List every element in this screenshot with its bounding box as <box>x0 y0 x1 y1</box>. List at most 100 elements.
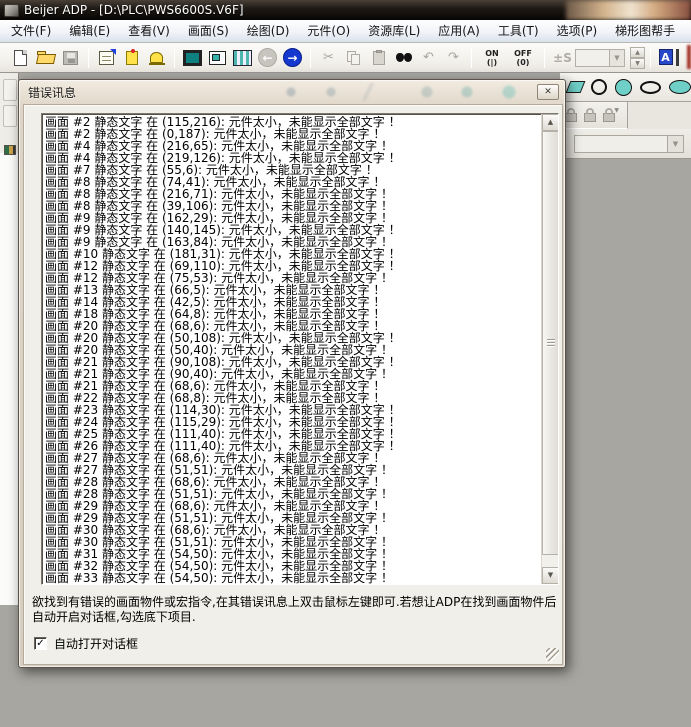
menu-item[interactable]: 编辑(E) <box>60 20 119 42</box>
main-toolbar: ← → ✂ ↶ ↷ ON(|) OFF(0) ±S ▼ ▲ ▼ A <box>0 43 691 73</box>
back-arrow-icon: ← <box>258 48 277 67</box>
menu-item[interactable]: 文件(F) <box>2 20 60 42</box>
combo-dropdown-icon: ▼ <box>609 50 624 66</box>
vertical-scrollbar[interactable]: ▲ ▼ <box>541 114 558 584</box>
error-listbox[interactable]: 画面 #2 静态文字 在 (115,216): 元件太小，未能显示全部文字 ！画… <box>41 113 559 585</box>
off-button-label: OFF(0) <box>514 49 532 67</box>
background-window-blur <box>566 0 691 20</box>
toolbar-combobox[interactable]: ▼ <box>575 49 625 67</box>
dialog-title: 错误讯息 <box>19 84 76 101</box>
dialog-titlebar[interactable]: 错误讯息 <box>19 80 565 104</box>
lock-icon[interactable] <box>565 113 577 122</box>
unlock-icon[interactable] <box>584 113 596 122</box>
dialog-client-area: 画面 #2 静态文字 在 (115,216): 元件太小，未能显示全部文字 ！画… <box>23 104 563 665</box>
new-file-button[interactable] <box>8 45 33 70</box>
thumb-grip <box>547 339 555 347</box>
toolbar-separator <box>174 47 175 68</box>
open-folder-icon <box>37 51 55 64</box>
auto-open-checkbox-row: ✓ 自动打开对话框 <box>34 635 138 652</box>
dialog-resize-grip[interactable] <box>546 648 559 661</box>
prev-screen-button[interactable]: ← <box>255 45 280 70</box>
cut-icon: ✂ <box>323 50 334 65</box>
menu-item[interactable]: 应用(A) <box>429 20 489 42</box>
spinner-down-icon[interactable]: ▼ <box>630 58 645 69</box>
lock-options-icon[interactable]: ▼ <box>603 113 615 122</box>
find-button[interactable] <box>391 45 416 70</box>
screen-icon <box>209 51 226 65</box>
scrollbar-down-button[interactable]: ▼ <box>542 567 559 584</box>
redo-button[interactable]: ↷ <box>441 45 466 70</box>
undo-icon: ↶ <box>423 50 434 65</box>
binoculars-icon <box>396 53 412 63</box>
alarm-button[interactable] <box>144 45 169 70</box>
cut-button[interactable]: ✂ <box>316 45 341 70</box>
copy-icon <box>347 51 361 65</box>
state-combobox[interactable]: ▼ <box>574 135 684 153</box>
screen-editor-button[interactable] <box>180 45 205 70</box>
set-value-button[interactable]: ±S <box>550 45 575 70</box>
window-title: Beijer ADP - [D:\PLC\PWS6600S.V6F] <box>24 3 244 17</box>
tag-icon <box>126 51 138 65</box>
forward-arrow-icon: → <box>283 48 302 67</box>
menu-item[interactable]: 查看(V) <box>119 20 179 42</box>
screen-rect-icon <box>183 50 202 66</box>
circle-outline-tool-icon[interactable] <box>591 79 607 95</box>
close-icon: ✕ <box>544 87 552 97</box>
app-icon <box>4 4 19 17</box>
save-button[interactable] <box>58 45 83 70</box>
toolbar-separator <box>544 47 545 68</box>
drawing-shapes-toolbar <box>560 73 691 102</box>
toolbox-button[interactable] <box>3 105 17 127</box>
ellipse-outline-tool-icon[interactable] <box>640 81 661 94</box>
toolbar-filler <box>628 102 691 129</box>
open-file-button[interactable] <box>33 45 58 70</box>
undo-button[interactable]: ↶ <box>416 45 441 70</box>
screen-view-button[interactable] <box>205 45 230 70</box>
parallelogram-tool-icon[interactable] <box>566 81 586 93</box>
error-row[interactable]: 画面 #33 静态文字 在 (54,50): 元件太小，未能显示全部文字 ！ <box>45 572 539 584</box>
menu-item[interactable]: 绘图(D) <box>238 20 299 42</box>
toolbar-separator <box>471 47 472 68</box>
error-message-dialog: 错误讯息 ✕ 画面 #2 静态文字 在 (115,216): 元件太小，未能显示… <box>18 79 566 668</box>
state-combo-toolbar: ▼ <box>560 129 691 159</box>
tag-button[interactable] <box>119 45 144 70</box>
grid-icon <box>233 50 252 66</box>
dialog-hint-text: 欲找到有错误的画面物件或宏指令,在其错误讯息上双击鼠标左键即可.若想让ADP在找… <box>32 595 560 625</box>
menu-item[interactable]: 窗口(W) <box>684 20 691 42</box>
menu-bar: 文件(F)编辑(E)查看(V)画面(S)绘图(D)元件(O)资源库(L)应用(A… <box>0 20 691 43</box>
app-window: Beijer ADP - [D:\PLC\PWS6600S.V6F] 文件(F)… <box>0 0 691 727</box>
paste-button[interactable] <box>366 45 391 70</box>
menu-item[interactable]: 元件(O) <box>298 20 359 42</box>
left-panel-sliver <box>0 73 19 605</box>
copy-button[interactable] <box>341 45 366 70</box>
properties-icon <box>99 51 114 65</box>
menu-item[interactable]: 梯形图帮手 <box>606 20 684 42</box>
bell-icon <box>150 52 163 63</box>
ellipse-filled-tool-icon[interactable] <box>669 80 691 94</box>
text-tool-button[interactable]: A <box>656 45 681 70</box>
dialog-close-button[interactable]: ✕ <box>537 84 559 100</box>
screen-tree-icon <box>4 145 16 155</box>
properties-button[interactable] <box>94 45 119 70</box>
circle-filled-tool-icon[interactable] <box>615 79 632 96</box>
off-button[interactable]: OFF(0) <box>507 45 539 70</box>
next-screen-button[interactable]: → <box>280 45 305 70</box>
menu-item[interactable]: 工具(T) <box>489 20 548 42</box>
scroll-down-icon: ▼ <box>548 571 553 579</box>
scrollbar-thumb[interactable] <box>542 131 559 555</box>
menu-item[interactable]: 选项(P) <box>548 20 607 42</box>
toolbar-separator <box>650 47 651 68</box>
zoom-spinner[interactable]: ▲ ▼ <box>630 47 645 69</box>
auto-open-checkbox-label: 自动打开对话框 <box>54 635 138 652</box>
grid-button[interactable] <box>230 45 255 70</box>
spinner-up-icon[interactable]: ▲ <box>630 47 645 58</box>
menu-item[interactable]: 资源库(L) <box>359 20 429 42</box>
auto-open-checkbox[interactable]: ✓ <box>34 637 47 650</box>
paste-icon <box>373 51 385 65</box>
scrollbar-up-button[interactable]: ▲ <box>542 114 559 131</box>
aero-glass-ghost <box>277 83 537 101</box>
on-button[interactable]: ON(|) <box>477 45 507 70</box>
toolbox-button[interactable] <box>3 79 17 101</box>
toolbar-separator <box>88 47 89 68</box>
menu-item[interactable]: 画面(S) <box>179 20 238 42</box>
